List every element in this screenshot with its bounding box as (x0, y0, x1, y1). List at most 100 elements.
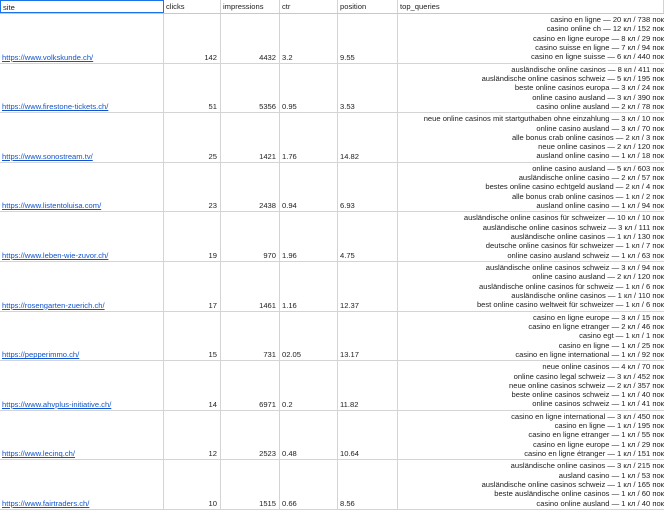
impressions-cell[interactable]: 4432 (221, 14, 280, 63)
site-link[interactable]: https://www.firestone-tickets.ch/ (0, 102, 108, 111)
site-cell[interactable]: https://www.firestone-tickets.ch/ (0, 63, 164, 113)
header-ctr[interactable]: ctr (280, 0, 338, 13)
clicks-cell[interactable]: 15 (164, 311, 221, 361)
ctr-cell[interactable]: 1.96 (280, 212, 338, 261)
site-link[interactable]: https://www.ahvplus-initiative.ch/ (0, 400, 111, 409)
position-cell[interactable]: 4.75 (338, 212, 398, 261)
ctr-cell[interactable]: 1.76 (280, 113, 338, 162)
query-line: casino en ligne etranger — 2 кл / 46 пок (528, 321, 664, 331)
impressions-cell[interactable]: 5356 (221, 63, 280, 113)
query-line: neue online casinos — 2 кл / 120 пок (538, 142, 664, 152)
clicks-cell[interactable]: 10 (164, 460, 221, 509)
impressions-cell[interactable]: 2438 (221, 162, 280, 212)
site-link[interactable]: https://www.listentoluisa.com/ (0, 201, 101, 210)
table-row: https://www.volkskunde.ch/142 4432 3.2 9.55… (0, 14, 664, 64)
query-line: casino en ligne — 20 кл / 738 пок (550, 15, 664, 25)
impressions-cell[interactable]: 2523 (221, 410, 280, 460)
query-line: ausländische online casinos — 3 кл / 215… (510, 461, 664, 471)
position-cell[interactable]: 6.93 (338, 162, 398, 212)
impressions-cell[interactable]: 1421 (221, 113, 280, 162)
clicks-cell[interactable]: 142 (164, 14, 221, 63)
site-link[interactable]: https://rosengarten-zuerich.ch/ (0, 301, 105, 310)
site-cell[interactable]: https://www.sonostream.tv/ (0, 113, 164, 162)
site-cell[interactable]: https://rosengarten-zuerich.ch/ (0, 261, 164, 311)
site-cell[interactable]: https://www.fairtraders.ch/ (0, 460, 164, 509)
query-line: ausland casino — 1 кл / 53 пок (558, 470, 664, 480)
clicks-cell[interactable]: 25 (164, 113, 221, 162)
impressions-cell[interactable]: 970 (221, 212, 280, 261)
impressions-cell[interactable]: 731 (221, 311, 280, 361)
top-queries-cell[interactable]: ausländische online casinos schweiz — 3 … (398, 262, 664, 311)
top-queries-cell[interactable]: ausländische online casinos — 8 кл / 411… (398, 64, 664, 113)
position-cell[interactable]: 14.82 (338, 113, 398, 162)
ctr-cell[interactable]: 0.95 (280, 63, 338, 113)
table-row: https://www.firestone-tickets.ch/51 5356 0… (0, 63, 664, 114)
query-line: casino en ligne europe — 3 кл / 15 пок (533, 312, 664, 322)
site-cell[interactable]: https://www.ahvplus-initiative.ch/ (0, 361, 164, 410)
ctr-cell[interactable]: 0.66 (280, 460, 338, 509)
site-link[interactable]: https://pepperimmo.ch/ (0, 350, 79, 359)
position-cell[interactable]: 10.64 (338, 410, 398, 460)
ctr-cell[interactable]: 0.94 (280, 162, 338, 212)
query-line: online casino legal schweiz — 3 кл / 452… (513, 371, 664, 381)
position-cell[interactable]: 9.55 (338, 14, 398, 63)
query-line: casino en ligne — 1 кл / 25 пок (558, 340, 664, 350)
clicks-cell[interactable]: 17 (164, 261, 221, 311)
query-line: beste online casinos schweiz — 1 кл / 40… (511, 390, 664, 400)
ctr-cell[interactable]: 0.2 (280, 361, 338, 410)
impressions-cell[interactable]: 1461 (221, 261, 280, 311)
site-link[interactable]: https://www.fairtraders.ch/ (0, 499, 89, 508)
ctr-cell[interactable]: 1.16 (280, 261, 338, 311)
site-link[interactable]: https://www.leben-wie-zuvor.ch/ (0, 251, 108, 260)
top-queries-cell[interactable]: casino en ligne europe — 3 кл / 15 пок ca… (398, 312, 664, 361)
query-line: neue online casinos — 4 кл / 70 пок (542, 362, 664, 372)
header-position[interactable]: position (338, 0, 398, 13)
query-line: beste ausländische online casinos — 1 кл… (494, 489, 664, 499)
header-site[interactable]: site (0, 0, 164, 13)
clicks-cell[interactable]: 19 (164, 212, 221, 261)
top-queries-cell[interactable]: ausländische online casinos für schweize… (398, 212, 664, 261)
site-cell[interactable]: https://www.leben-wie-zuvor.ch/ (0, 212, 164, 261)
position-cell[interactable]: 8.56 (338, 460, 398, 509)
clicks-cell[interactable]: 12 (164, 410, 221, 460)
query-line: bestes online casino echtgeld ausland — … (485, 182, 664, 192)
position-cell[interactable]: 11.82 (338, 361, 398, 410)
header-impressions[interactable]: impressions (221, 0, 280, 13)
top-queries-cell[interactable]: casino en ligne — 20 кл / 738 пок casino … (398, 14, 664, 63)
query-line: ausländische online casinos für schweiz … (479, 281, 664, 291)
clicks-cell[interactable]: 51 (164, 63, 221, 113)
site-cell[interactable]: https://www.volkskunde.ch/ (0, 14, 164, 63)
site-cell[interactable]: https://www.lecinq.ch/ (0, 410, 164, 460)
top-queries-cell[interactable]: neue online casinos — 4 кл / 70 пок onlin… (398, 361, 664, 410)
position-cell[interactable]: 13.17 (338, 311, 398, 361)
table-row: https://pepperimmo.ch/15 731 02.05 13.17 cas… (0, 311, 664, 362)
clicks-cell[interactable]: 14 (164, 361, 221, 410)
query-line: ausland online casino — 1 кл / 18 пок (536, 151, 664, 161)
ctr-cell[interactable]: 0.48 (280, 410, 338, 460)
clicks-cell[interactable]: 23 (164, 162, 221, 212)
header-clicks[interactable]: clicks (164, 0, 221, 13)
ctr-cell[interactable]: 02.05 (280, 311, 338, 361)
top-queries-cell[interactable]: ausländische online casinos — 3 кл / 215… (398, 460, 664, 509)
site-cell[interactable]: https://www.listentoluisa.com/ (0, 162, 164, 212)
top-queries-cell[interactable]: casino en ligne international — 3 кл / 4… (398, 411, 664, 460)
site-link[interactable]: https://www.sonostream.tv/ (0, 152, 93, 161)
table-row: https://www.lecinq.ch/12 2523 0.48 10.64 cas… (0, 410, 664, 461)
ctr-cell[interactable]: 3.2 (280, 14, 338, 63)
header-top-queries[interactable]: top_queries (398, 0, 664, 13)
impressions-cell[interactable]: 1515 (221, 460, 280, 509)
impressions-cell[interactable]: 6971 (221, 361, 280, 410)
position-cell[interactable]: 12.37 (338, 261, 398, 311)
site-link[interactable]: https://www.lecinq.ch/ (0, 449, 75, 458)
query-line: casino en ligne international — 3 кл / 4… (511, 411, 664, 421)
query-line: ausländische online casinos für schweize… (463, 213, 664, 223)
query-line: casino en ligne suisse — 6 кл / 440 пок (530, 52, 664, 62)
top-queries-cell[interactable]: neue online casinos mit startguthaben oh… (398, 113, 664, 162)
query-line: casino egt — 1 кл / 1 пок (579, 331, 664, 341)
position-cell[interactable]: 3.53 (338, 63, 398, 113)
query-line: beste online casinos europa — 3 кл / 24 … (514, 83, 664, 93)
site-cell[interactable]: https://pepperimmo.ch/ (0, 311, 164, 361)
query-line: casino en ligne etranger — 1 кл / 55 пок (528, 430, 664, 440)
top-queries-cell[interactable]: online casino ausland — 5 кл / 603 пок au… (398, 163, 664, 212)
site-link[interactable]: https://www.volkskunde.ch/ (0, 53, 93, 62)
